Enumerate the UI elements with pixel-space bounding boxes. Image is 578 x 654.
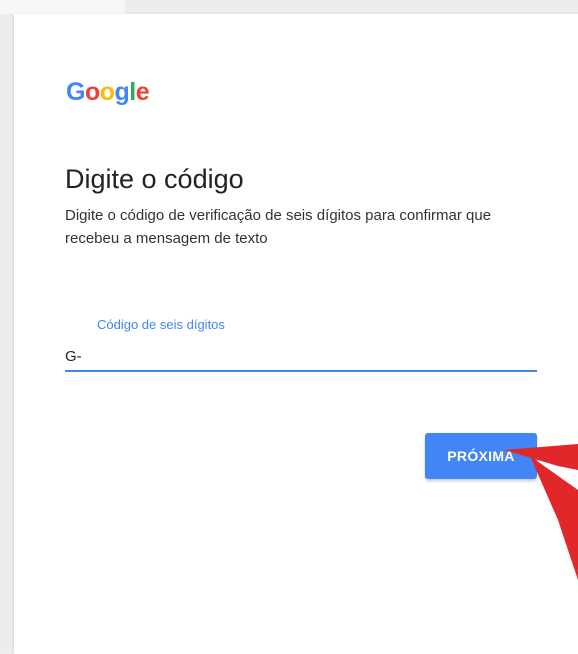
red-arrow-annotation bbox=[504, 444, 578, 580]
background-strip bbox=[0, 0, 125, 14]
arrow-shaft bbox=[530, 456, 578, 580]
logo-letter: o bbox=[84, 78, 100, 106]
logo-letter: e bbox=[135, 78, 150, 106]
verification-card: Google Digite o código Digite o código d… bbox=[14, 14, 578, 654]
page-title: Digite o código bbox=[65, 164, 244, 194]
code-field-label: Código de seis dígitos bbox=[97, 317, 225, 332]
code-input[interactable] bbox=[65, 342, 537, 372]
logo-letter: G bbox=[66, 78, 85, 106]
logo-letter: o bbox=[99, 78, 115, 106]
page-description: Digite o código de verificação de seis d… bbox=[65, 207, 492, 247]
code-field: Código de seis dígitos bbox=[65, 314, 537, 374]
google-logo: Google bbox=[66, 78, 150, 107]
logo-letter: g bbox=[114, 78, 130, 106]
